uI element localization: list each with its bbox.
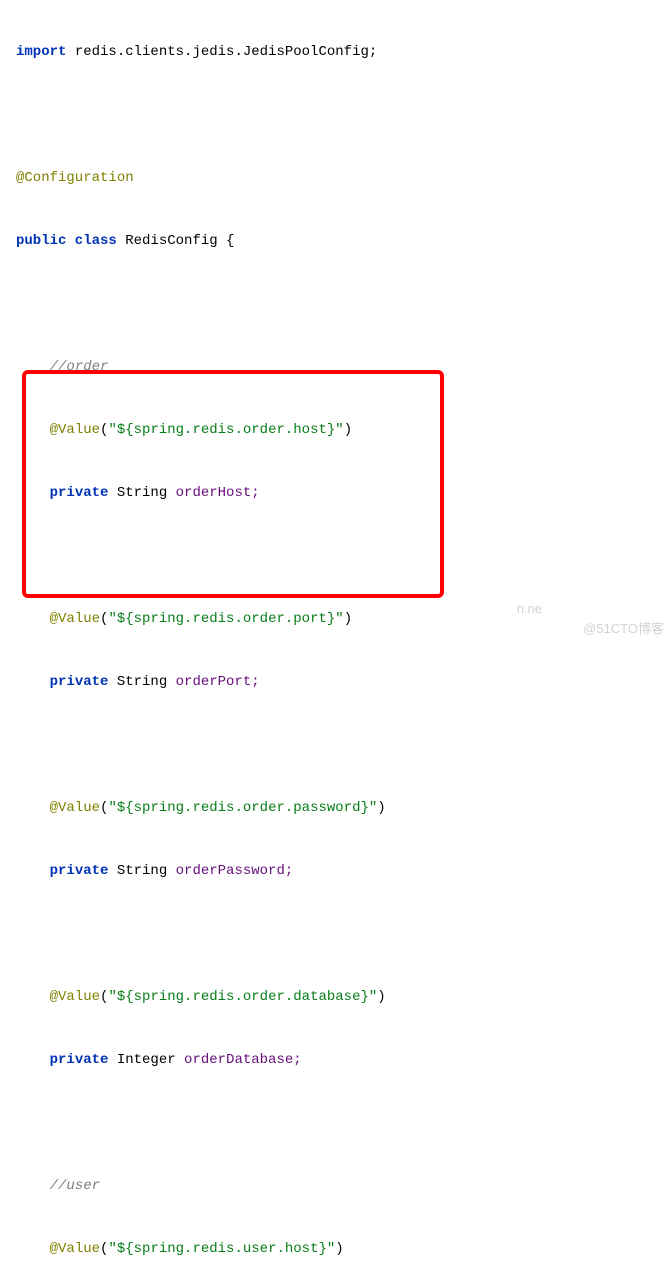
annotation-value: @Value: [50, 989, 100, 1005]
var-orderHost: orderHost;: [176, 485, 260, 501]
string-order-port: "${spring.redis.order.port}": [108, 611, 343, 627]
annotation-value: @Value: [50, 800, 100, 816]
code-line: [16, 294, 672, 315]
code-line: @Value("${spring.redis.order.host}"): [16, 420, 672, 441]
paren-close: ): [335, 1241, 343, 1257]
keyword-import: import: [16, 44, 66, 60]
code-line: [16, 735, 672, 756]
code-line: private String orderPassword;: [16, 861, 672, 882]
code-editor: import redis.clients.jedis.JedisPoolConf…: [0, 0, 672, 1284]
watermark-1: n.ne: [517, 598, 542, 619]
var-orderPassword: orderPassword;: [176, 863, 294, 879]
keyword-private: private: [50, 863, 117, 879]
code-line: @Value("${spring.redis.order.password}"): [16, 798, 672, 819]
paren-close: ): [377, 989, 385, 1005]
string-order-host: "${spring.redis.order.host}": [108, 422, 343, 438]
code-line: @Value("${spring.redis.order.database}"): [16, 987, 672, 1008]
paren-close: ): [344, 422, 352, 438]
comment-order: //order: [50, 359, 109, 375]
code-line: [16, 924, 672, 945]
code-line: @Value("${spring.redis.order.port}"): [16, 609, 672, 630]
var-orderDatabase: orderDatabase;: [184, 1052, 302, 1068]
code-line: [16, 105, 672, 126]
annotation-value: @Value: [50, 422, 100, 438]
comment-user: //user: [50, 1178, 100, 1194]
var-orderPort: orderPort;: [176, 674, 260, 690]
code-line: //user: [16, 1176, 672, 1197]
annotation-value: @Value: [50, 1241, 100, 1257]
paren-close: ): [344, 611, 352, 627]
paren-open: (: [100, 800, 108, 816]
type-string: String: [117, 485, 176, 501]
watermark-2: @51CTO博客: [583, 618, 664, 639]
type-string: String: [117, 863, 176, 879]
code-area: import redis.clients.jedis.JedisPoolConf…: [10, 0, 672, 1284]
code-line: private String orderPort;: [16, 672, 672, 693]
string-order-database: "${spring.redis.order.database}": [108, 989, 377, 1005]
code-line: [16, 1113, 672, 1134]
class-name: RedisConfig {: [125, 233, 234, 249]
code-line: private String orderHost;: [16, 483, 672, 504]
string-user-host: "${spring.redis.user.host}": [108, 1241, 335, 1257]
keyword-private: private: [50, 674, 117, 690]
keyword-private: private: [50, 1052, 117, 1068]
code-line: //order: [16, 357, 672, 378]
code-line: @Value("${spring.redis.user.host}"): [16, 1239, 672, 1260]
annotation-configuration: @Configuration: [16, 170, 134, 186]
type-string: String: [117, 674, 176, 690]
code-line: public class RedisConfig {: [16, 231, 672, 252]
type-integer: Integer: [117, 1052, 184, 1068]
gutter: [0, 0, 10, 1284]
keyword-public-class: public class: [16, 233, 125, 249]
paren-open: (: [100, 989, 108, 1005]
paren-open: (: [100, 1241, 108, 1257]
annotation-value: @Value: [50, 611, 100, 627]
code-line: import redis.clients.jedis.JedisPoolConf…: [16, 42, 672, 63]
code-line: private Integer orderDatabase;: [16, 1050, 672, 1071]
code-line: @Configuration: [16, 168, 672, 189]
string-order-password: "${spring.redis.order.password}": [108, 800, 377, 816]
paren-close: ): [377, 800, 385, 816]
keyword-private: private: [50, 485, 117, 501]
code-line: [16, 546, 672, 567]
import-path: redis.clients.jedis.JedisPoolConfig;: [66, 44, 377, 60]
